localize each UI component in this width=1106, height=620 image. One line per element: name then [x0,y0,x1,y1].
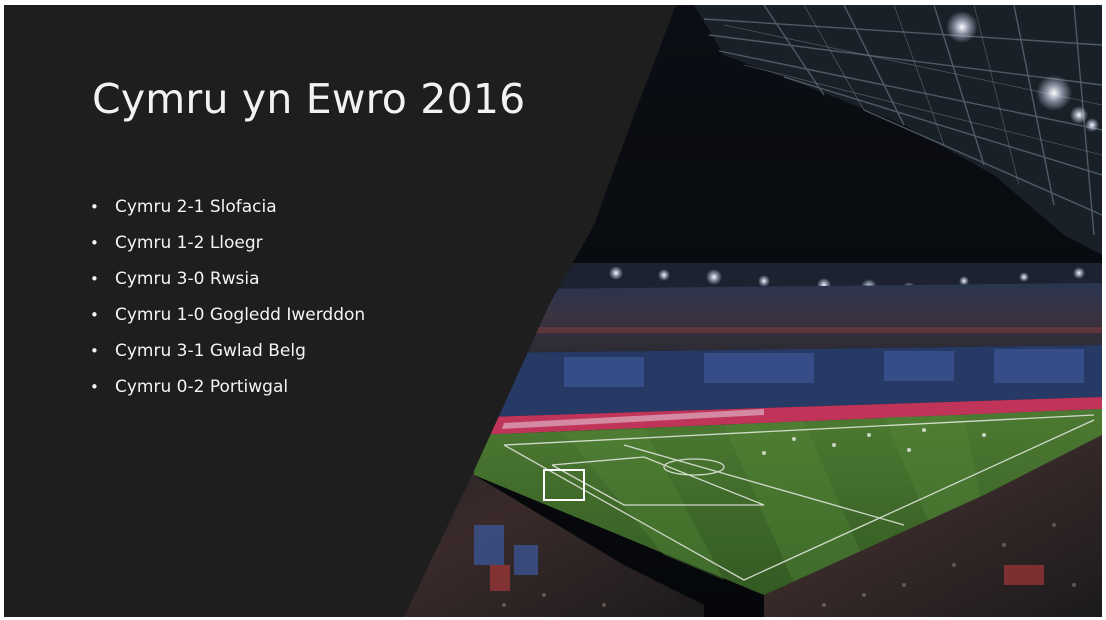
result-text: Cymru 3-0 Rwsia [115,269,260,289]
results-list: • Cymru 2-1 Slofacia • Cymru 1-2 Lloegr • C… [90,189,365,405]
slide-title: Cymru yn Ewro 2016 [92,75,526,123]
result-text: Cymru 1-0 Gogledd Iwerddon [115,305,366,325]
list-item: • Cymru 3-0 Rwsia [90,261,365,297]
list-item: • Cymru 0-2 Portiwgal [90,369,365,405]
bullet-icon: • [90,234,99,252]
bullet-icon: • [90,270,99,288]
result-text: Cymru 1-2 Lloegr [115,233,263,253]
result-text: Cymru 3-1 Gwlad Belg [115,341,306,361]
result-text: Cymru 0-2 Portiwgal [115,377,289,397]
bullet-icon: • [90,198,99,216]
bullet-icon: • [90,378,99,396]
list-item: • Cymru 2-1 Slofacia [90,189,365,225]
result-text: Cymru 2-1 Slofacia [115,197,277,217]
slide: Cymru yn Ewro 2016 • Cymru 2-1 Slofacia •… [4,5,1102,617]
list-item: • Cymru 1-0 Gogledd Iwerddon [90,297,365,333]
bullet-icon: • [90,342,99,360]
list-item: • Cymru 3-1 Gwlad Belg [90,333,365,369]
list-item: • Cymru 1-2 Lloegr [90,225,365,261]
bullet-icon: • [90,306,99,324]
